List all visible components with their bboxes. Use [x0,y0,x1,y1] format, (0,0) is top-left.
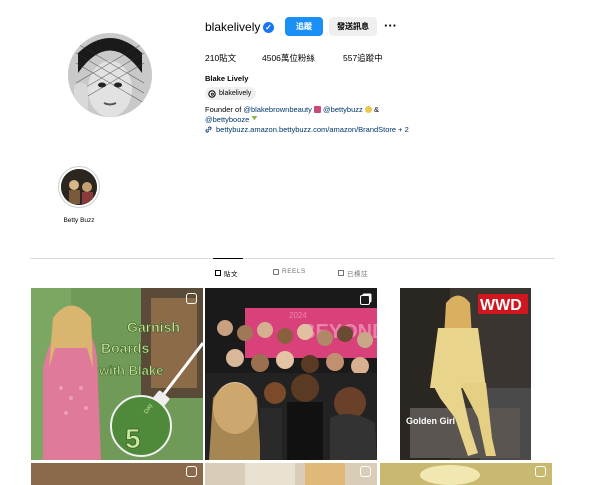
post-tile[interactable] [205,463,377,485]
highlight-label: Betty Buzz [63,217,95,224]
post-caption-text: Golden Girl [406,416,455,426]
multi-photo-icon [360,295,370,305]
active-tab-indicator [213,258,243,259]
threads-badge[interactable]: blakelively [205,87,257,100]
more-options-icon[interactable]: ··· [384,18,397,33]
highlight-cover [61,169,97,205]
followers-count[interactable]: 4506萬位粉絲 [262,52,315,64]
mention-link[interactable]: @bettybooze [205,115,249,124]
reel-icon [535,466,546,477]
day-number: 5 [125,423,141,454]
tab-posts-label: 貼文 [224,271,238,278]
reels-icon [273,268,279,275]
reel-icon [186,293,197,304]
wwd-logo-text: WWD [480,297,522,314]
bio-external-link[interactable]: bettybuzz.amazon.bettybuzz.com/amazon/Br… [205,125,409,134]
tab-reels-label: REELS [282,268,306,275]
post-tile[interactable]: WWD Golden Girl [400,288,531,460]
cocktail-emoji-icon [251,116,258,123]
tab-tagged-label: 已標註 [347,271,368,278]
send-message-button[interactable]: 發送訊息 [329,17,377,36]
profile-full-name: Blake Lively [205,74,249,83]
following-count[interactable]: 557追蹤中 [343,52,383,64]
verified-badge-icon: ✓ [263,22,274,33]
post-image: WWD Golden Girl [400,288,531,460]
link-icon [205,126,212,133]
profile-photo [68,33,152,117]
tab-reels[interactable]: REELS [273,268,306,275]
threads-icon [208,89,216,98]
lipstick-emoji-icon [313,106,321,113]
post-tile[interactable] [380,463,552,485]
reel-icon [360,466,371,477]
posts-count: 210貼文 [205,53,237,63]
bio-line-1: Founder of @blakebrownbeauty @bettybuzz … [205,105,379,114]
grid-icon [215,270,221,276]
threads-handle: blakelively [219,90,252,97]
bio-ampersand: & [373,105,379,114]
follow-button[interactable]: 追蹤 [285,17,323,36]
tab-divider [30,258,555,259]
bio-link-text: bettybuzz.amazon.bettybuzz.com/amazon/Br… [216,125,409,134]
post-image-detail [420,465,480,485]
bee-emoji-icon [364,106,372,113]
post-tile[interactable]: BEYOND 2024 [205,288,377,460]
mention-link[interactable]: @bettybuzz [323,105,363,114]
post-overlay-text: Garnish [127,319,180,335]
post-tile[interactable]: Garnish Boards with Blake Day 5 [31,288,203,460]
post-image: BEYOND 2024 [205,288,377,460]
bio-prefix: Founder of [205,105,244,114]
tagged-icon [338,270,344,276]
tab-tagged[interactable]: 已標註 [338,268,368,278]
reel-icon [186,466,197,477]
bio-line-2: @bettybooze [205,115,258,124]
profile-avatar[interactable] [68,33,152,117]
story-highlight[interactable] [58,166,100,208]
post-image-detail [245,463,295,485]
post-image-detail [305,463,345,485]
post-overlay-text: with Blake [98,363,163,378]
post-overlay-text: Boards [101,340,149,356]
post-tile[interactable] [31,463,203,485]
mention-link[interactable]: @blakebrownbeauty [243,105,312,114]
banner-year: 2024 [289,311,307,320]
post-image: Garnish Boards with Blake Day 5 [31,288,203,460]
profile-username: blakelively [205,20,261,34]
tab-posts[interactable]: 貼文 [215,268,238,278]
